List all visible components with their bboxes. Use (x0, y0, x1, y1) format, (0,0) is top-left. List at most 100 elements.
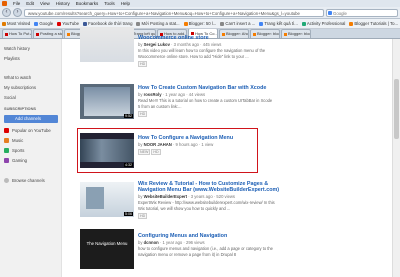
blogger-icon (183, 21, 188, 26)
google-icon (34, 21, 39, 26)
video-thumbnail[interactable]: The Navigation Menu (80, 229, 134, 269)
forward-icon[interactable]: › (13, 8, 22, 17)
plus-icon (4, 178, 9, 183)
google-icon (259, 21, 264, 26)
result-description: navigation menu or remove a page from it… (138, 252, 237, 258)
search-results: Woocommerce online store by Sergei Lukov… (62, 27, 400, 277)
video-thumbnail[interactable]: 9:52 (80, 84, 134, 119)
result-meta: by WebsiteBuilderExpert · 3 years ago · … (138, 194, 236, 199)
menu-bookmarks[interactable]: Bookmarks (76, 1, 99, 6)
bookmark-item[interactable]: Blogger Tutorials | To... (349, 21, 398, 26)
page-icon (220, 21, 225, 26)
menu-view[interactable]: View (40, 1, 50, 6)
bookmark-item[interactable]: Mới Posting a stat... (136, 21, 180, 26)
sidebar-item-playlists[interactable]: Playlists (4, 56, 20, 61)
blogger-icon (349, 21, 354, 26)
browser-tab[interactable]: How To Put A... (2, 29, 32, 38)
sidebar-item-browse-channels[interactable]: Browse channels (4, 178, 45, 183)
thumbnail-image (86, 187, 104, 209)
menu-help[interactable]: Help (121, 1, 130, 6)
sidebar-item-social[interactable]: Social (4, 95, 16, 100)
add-channels-button[interactable]: Add channels (4, 115, 58, 123)
menu-edit[interactable]: Edit (26, 1, 34, 6)
bookmark-item[interactable]: Can't insert a ... (220, 21, 255, 26)
menu-tools[interactable]: Tools (104, 1, 115, 6)
result-description: 5 from an custom link:... (138, 104, 182, 110)
result-title[interactable]: How To Create Custom Navigation Bar with… (138, 85, 328, 91)
result-meta: by rossRoly · 1 year ago · 44 views (138, 92, 206, 97)
menu-history[interactable]: History (56, 1, 70, 6)
facebook-icon (83, 21, 88, 26)
guide-sidebar: Watch history Playlists What to watch My… (0, 39, 62, 277)
tab-favicon-icon (5, 32, 8, 36)
sidebar-item-what-to-watch[interactable]: What to watch (4, 75, 31, 80)
thumbnail-image (80, 139, 134, 162)
hd-badge: HD (138, 213, 148, 220)
bookmark-item[interactable]: YouTube (57, 21, 79, 26)
search-input[interactable]: Google (326, 8, 398, 17)
sidebar-item-popular[interactable]: Popular on YouTube (4, 128, 51, 133)
result-item: Woocommerce online store by Sergei Lukov… (138, 35, 328, 68)
channel-link[interactable]: dcnnon (144, 240, 159, 245)
bookmarks-toolbar: Most Visited Google YouTube Facebook de … (0, 19, 400, 29)
result-meta: by Sergei Lukov · 3 months ago · 445 vie… (138, 42, 222, 47)
back-icon[interactable]: ‹ (2, 8, 11, 17)
sidebar-item-music[interactable]: Music (4, 138, 23, 143)
channel-link[interactable]: WebsiteBuilderExpert (144, 194, 187, 199)
youtube-icon (57, 21, 62, 26)
result-item: How To Configure a Navigation Menu by NO… (138, 135, 328, 155)
result-description: how to configure menus and navigation (i… (138, 246, 273, 251)
result-title[interactable]: Configuring Menus and Navigation (138, 233, 328, 239)
firefox-icon[interactable] (2, 1, 7, 6)
result-meta: by NOOR JAHAN · 9 hours ago · 1 view (138, 142, 214, 147)
thumbnail-text: The Navigation Menu (86, 241, 128, 246)
result-title[interactable]: Woocommerce online store (138, 35, 328, 41)
youtube-icon (4, 128, 9, 133)
tab-favicon-icon (67, 32, 70, 36)
channel-link[interactable]: NOOR JAHAN (144, 142, 172, 147)
duration-label: 5:06 (124, 212, 133, 216)
browser-tab[interactable]: Posting a stat... (33, 29, 63, 38)
bookmark-item[interactable]: Blogger: 50 l... (183, 21, 216, 26)
sidebar-item-watch-history[interactable]: Watch history (4, 46, 30, 51)
new-badge: NEW (138, 149, 151, 155)
hd-badge: HD (151, 149, 161, 155)
sidebar-item-sports[interactable]: Sports (4, 148, 24, 153)
bookmark-item[interactable]: Trang kết quả tì... (259, 21, 298, 26)
bookmark-item[interactable]: Facebook de thời trang (83, 21, 132, 26)
hd-badge: HD (138, 111, 148, 118)
duration-label: 4:32 (124, 163, 133, 167)
result-description: Woocommerce online store. How to add "Hi… (138, 54, 249, 60)
sidebar-item-my-subscriptions[interactable]: My subscriptions (4, 85, 36, 90)
subscriptions-header: SUBSCRIPTIONS (4, 106, 36, 111)
star-icon (2, 21, 6, 26)
menu-file[interactable]: File (13, 1, 20, 6)
result-item: Wix Review & Tutorial - How to Customize… (138, 181, 328, 220)
page-icon (136, 21, 141, 26)
duration-label: 9:52 (124, 114, 133, 118)
result-title[interactable]: How To Configure a Navigation Menu (138, 135, 328, 141)
video-thumbnail[interactable]: 5:06 (80, 182, 134, 217)
thumbnail-image (84, 87, 130, 116)
sports-icon (4, 148, 9, 153)
bookmark-item[interactable]: Activity Professional (301, 21, 345, 26)
result-title-line2[interactable]: Navigation Menu Bar (www.WebsiteBuilderE… (138, 187, 328, 193)
result-description: ExpertWix Review - http://www.websitebui… (138, 200, 275, 205)
scrollbar-thumb[interactable] (394, 79, 399, 139)
music-icon (4, 138, 9, 143)
gaming-icon (4, 158, 9, 163)
video-thumbnail[interactable]: 4:32 (80, 133, 134, 168)
page-icon (301, 21, 306, 26)
video-thumbnail[interactable] (80, 27, 134, 62)
result-description: Read Me!!! This is a tutorial on how to … (138, 98, 273, 103)
channel-link[interactable]: rossRoly (144, 92, 162, 97)
channel-link[interactable]: Sergei Lukov (144, 42, 170, 47)
bookmark-item[interactable]: Google (34, 21, 53, 26)
scrollbar[interactable] (392, 39, 400, 277)
address-bar[interactable]: www.youtube.com/results?search_query=How… (24, 8, 324, 17)
result-description: In this video you will learn how to conf… (138, 48, 266, 53)
bookmark-item[interactable]: Most Visited (2, 21, 30, 26)
result-item: How To Create Custom Navigation Bar with… (138, 85, 328, 118)
sidebar-item-gaming[interactable]: Gaming (4, 158, 27, 163)
navigation-toolbar: ‹ › www.youtube.com/results?search_query… (0, 7, 400, 19)
